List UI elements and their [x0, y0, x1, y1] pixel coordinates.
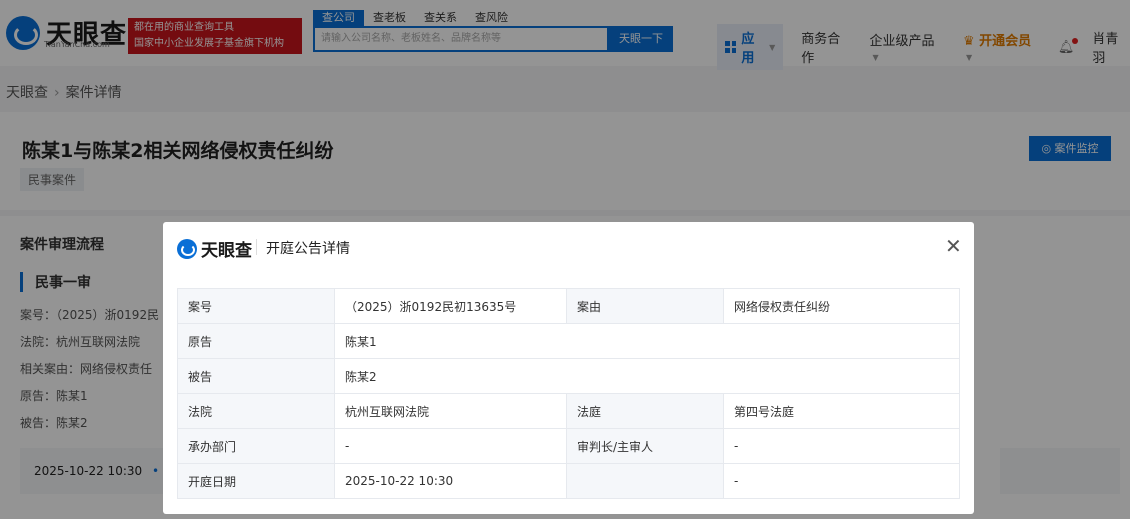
value-empty: - [723, 463, 960, 499]
header-divider [256, 239, 257, 255]
label-judge: 审判长/主审人 [566, 428, 724, 464]
label-court: 法院 [177, 393, 335, 429]
logo-icon [177, 238, 197, 259]
label-hearing-date: 开庭日期 [177, 463, 335, 499]
label-defendant: 被告 [177, 358, 335, 394]
value-case-no: （2025）浙0192民初13635号 [334, 288, 567, 324]
value-department: - [334, 428, 567, 464]
modal-logo: 天眼查 [177, 236, 252, 261]
table-row: 原告 陈某1 [177, 323, 960, 359]
close-icon[interactable]: ✕ [945, 236, 962, 256]
label-courtroom: 法庭 [566, 393, 724, 429]
label-cause: 案由 [566, 288, 724, 324]
modal-header: 天眼查 开庭公告详情 ✕ [163, 222, 974, 272]
table-row: 被告 陈某2 [177, 358, 960, 394]
table-row: 承办部门 - 审判长/主审人 - [177, 428, 960, 464]
modal-logo-text: 天眼查 [201, 241, 252, 261]
table-row: 开庭日期 2025-10-22 10:30 - [177, 463, 960, 499]
value-courtroom: 第四号法庭 [723, 393, 960, 429]
value-judge: - [723, 428, 960, 464]
table-row: 案号 （2025）浙0192民初13635号 案由 网络侵权责任纠纷 [177, 288, 960, 324]
label-department: 承办部门 [177, 428, 335, 464]
detail-table: 案号 （2025）浙0192民初13635号 案由 网络侵权责任纠纷 原告 陈某… [177, 288, 960, 499]
value-cause: 网络侵权责任纠纷 [723, 288, 960, 324]
value-hearing-date: 2025-10-22 10:30 [334, 463, 567, 499]
modal-title: 开庭公告详情 [266, 241, 350, 257]
value-plaintiff: 陈某1 [334, 323, 960, 359]
hearing-notice-modal: 天眼查 开庭公告详情 ✕ 案号 （2025）浙0192民初13635号 案由 网… [163, 222, 974, 514]
label-empty [566, 463, 724, 499]
label-case-no: 案号 [177, 288, 335, 324]
value-court: 杭州互联网法院 [334, 393, 567, 429]
value-defendant: 陈某2 [334, 358, 960, 394]
table-row: 法院 杭州互联网法院 法庭 第四号法庭 [177, 393, 960, 429]
label-plaintiff: 原告 [177, 323, 335, 359]
